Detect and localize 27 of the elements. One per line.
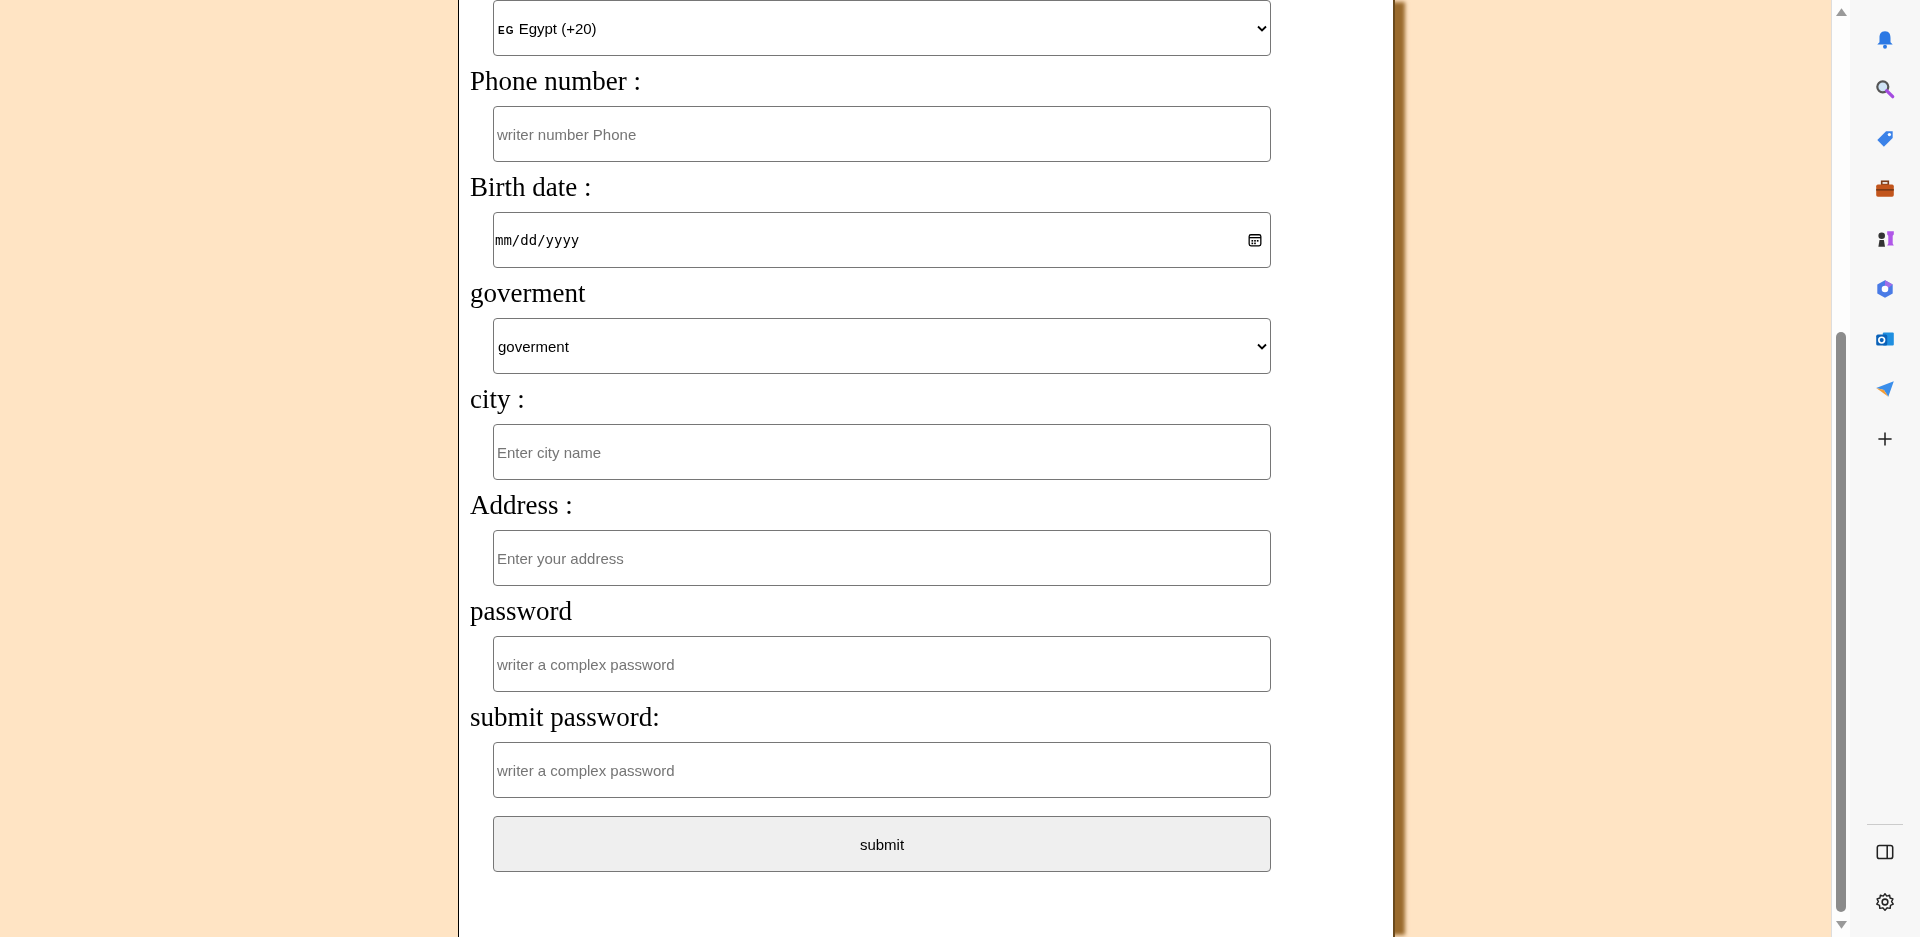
field-label: city : <box>470 383 525 416</box>
settings-icon[interactable] <box>1874 891 1896 913</box>
input-field[interactable]: Enter your address <box>493 530 1271 586</box>
calendar-icon[interactable] <box>1248 233 1262 247</box>
field-label: submit password: <box>470 701 660 734</box>
input-field[interactable]: Enter city name <box>493 424 1271 480</box>
submit-button[interactable]: submit <box>493 816 1271 872</box>
scroll-up-arrow-icon[interactable] <box>1835 7 1847 16</box>
scrollbar-thumb[interactable] <box>1836 332 1846 912</box>
chevron-down-icon <box>1257 342 1267 350</box>
bell-icon[interactable] <box>1874 28 1896 50</box>
briefcase-icon[interactable] <box>1874 178 1896 200</box>
password-field[interactable]: writer a complex password <box>493 742 1271 798</box>
field-label: password <box>470 595 572 628</box>
password-field[interactable]: writer a complex password <box>493 636 1271 692</box>
input-field[interactable]: writer number Phone <box>493 106 1271 162</box>
date-field[interactable]: mm/dd/yyyy <box>493 212 1271 268</box>
dropdown[interactable]: goverment <box>493 318 1271 374</box>
hexagon-icon[interactable] <box>1874 278 1896 300</box>
field-label: Address : <box>470 489 573 522</box>
field-label: goverment <box>470 277 586 310</box>
search-icon[interactable] <box>1874 78 1896 100</box>
field-label: Phone number : <box>470 65 641 98</box>
dropdown[interactable]: EG Egypt (+20) <box>493 0 1271 56</box>
scroll-down-arrow-icon[interactable] <box>1835 921 1847 930</box>
chevron-down-icon <box>1257 24 1267 32</box>
field-label: Birth date : <box>470 171 592 204</box>
